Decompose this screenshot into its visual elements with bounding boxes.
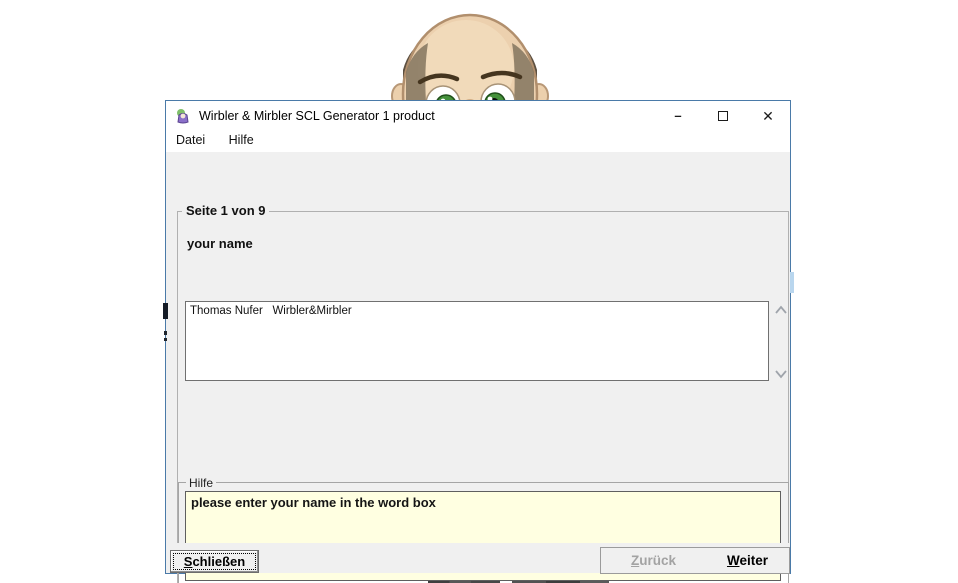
window-title: Wirbler & Mirbler SCL Generator 1 produc… (199, 101, 435, 131)
question-label: your name (187, 236, 253, 251)
app-icon (175, 108, 191, 124)
zurueck-button[interactable]: Zurück (600, 547, 707, 574)
scroll-down-icon[interactable] (773, 368, 789, 380)
background-artifact (164, 338, 167, 341)
weiter-button[interactable]: Weiter (706, 547, 790, 574)
dialog-content: Seite 1 von 9 your name Thomas Nufer Wir… (166, 152, 790, 573)
scroll-up-icon[interactable] (773, 304, 789, 316)
menu-item-hilfe[interactable]: Hilfe (223, 131, 260, 152)
focus-rectangle (173, 553, 256, 570)
page-groupbox-title: Seite 1 von 9 (182, 203, 269, 218)
wizard-dialog-window: Wirbler & Mirbler SCL Generator 1 produc… (165, 100, 791, 574)
cartoon-head-image (390, 8, 550, 103)
menu-item-datei[interactable]: Datei (170, 131, 211, 152)
minimize-icon[interactable]: – (662, 101, 694, 131)
bald-man-head-icon (390, 8, 550, 103)
button-bar: Schließen Zurück Weiter (166, 543, 790, 573)
help-groupbox-title: Hilfe (186, 476, 216, 490)
close-icon[interactable]: ✕ (752, 101, 784, 131)
maximize-icon[interactable] (707, 101, 739, 131)
background-artifact (790, 272, 794, 293)
background-artifact (164, 331, 167, 335)
background-artifact (163, 303, 168, 319)
name-input[interactable]: Thomas Nufer Wirbler&Mirbler (185, 301, 769, 381)
schliessen-button[interactable]: Schließen (170, 550, 259, 573)
title-bar[interactable]: Wirbler & Mirbler SCL Generator 1 produc… (166, 101, 790, 131)
menu-bar: Datei Hilfe (166, 131, 790, 152)
